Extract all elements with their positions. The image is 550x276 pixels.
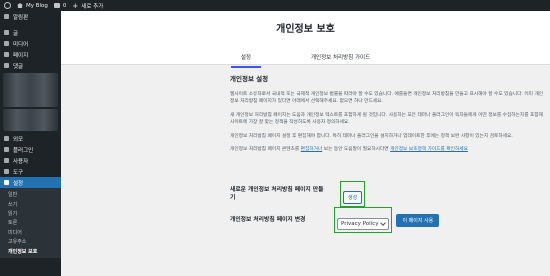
wrench-icon <box>4 169 9 174</box>
sidebar-item-comments[interactable]: 댓글 <box>0 60 61 71</box>
comments-link[interactable]: 0 <box>53 2 67 9</box>
chevron-down-icon <box>380 220 387 226</box>
submenu-item-general[interactable]: 일반 <box>0 190 61 199</box>
sidebar-item-label: 글 <box>13 30 19 37</box>
sidebar-item-plugins[interactable]: 플러그인 <box>0 144 61 155</box>
submenu-item-discussion[interactable]: 토론 <box>0 218 61 227</box>
create-page-label: 새로운 개인정보 처리방침 페이지 만들기 <box>230 186 324 202</box>
comment-icon <box>4 63 9 68</box>
create-button-highlight: 생성 <box>340 181 366 207</box>
new-content-link[interactable]: + 새로 추가 <box>72 2 103 10</box>
blurred-menu-items <box>3 73 58 107</box>
page-icon <box>4 52 9 57</box>
intro-paragraph: 웹사이트 소유자로서 국내적 또는 국제적 개인정보 법률을 따라야 할 수도 … <box>230 92 544 105</box>
admin-bar: My Blog 0 + 새로 추가 <box>0 0 550 11</box>
submenu-item-privacy[interactable]: 개인정보 보호 <box>0 246 61 255</box>
use-this-page-button[interactable]: 이 페이지 사용 <box>396 213 440 227</box>
sidebar-item-label: 페이지 <box>13 52 29 59</box>
page-title: 개인정보 보호 <box>276 24 335 35</box>
user-icon <box>4 158 9 163</box>
tab-privacy-policy-guide[interactable]: 개인정보 처리방침 가이드 <box>301 51 380 68</box>
sidebar-item-label: 알림판 <box>13 14 29 21</box>
change-page-row: 개인정보 처리방침 페이지 변경 Privacy Policy 이 페이지 사용 <box>230 207 440 233</box>
sidebar-item-appearance[interactable]: 외모 <box>0 133 61 144</box>
site-name-link[interactable]: My Blog <box>17 3 48 9</box>
admin-sidebar: 알림판 글 미디어 페이지 댓글 외모 플러그인 사용자 도구 설정 일반 쓰기… <box>0 11 61 276</box>
privacy-settings-content: 개인정보 설정 웹사이트 소유자로서 국내적 또는 국제적 개인정보 법률을 따… <box>230 73 547 159</box>
sidebar-item-label: 댓글 <box>13 63 24 70</box>
tab-bar: 설정 개인정보 처리방침 가이드 <box>61 51 550 68</box>
wordpress-logo-icon <box>4 2 11 9</box>
help-text-middle: 보는 동안 도움말이 필요하시다면 <box>323 147 389 153</box>
sidebar-item-pages[interactable]: 페이지 <box>0 49 61 60</box>
submenu-item-media[interactable]: 미디어 <box>0 228 61 237</box>
plus-icon: + <box>72 1 79 10</box>
section-title: 개인정보 설정 <box>230 75 269 83</box>
new-label: 새로 추가 <box>81 3 104 10</box>
tab-settings[interactable]: 설정 <box>230 51 261 68</box>
home-icon <box>17 3 23 8</box>
edit-reminder-paragraph: 개인정보 처리방침 페이지 설정 후 편집해야 합니다. 특히 테마나 플러그인… <box>230 133 513 139</box>
create-page-row: 새로운 개인정보 처리방침 페이지 만들기 생성 <box>230 181 430 207</box>
submenu-item-writing[interactable]: 쓰기 <box>0 199 61 208</box>
sidebar-item-label: 설정 <box>13 180 24 187</box>
settings-submenu: 일반 쓰기 읽기 토론 미디어 고유주소 개인정보 보호 <box>0 188 61 258</box>
sidebar-item-label: 사용자 <box>13 158 29 165</box>
sidebar-item-label: 도구 <box>13 169 24 176</box>
privacy-guide-link[interactable]: 개인정보 보호정책 가이드를 확인하세요 <box>390 147 468 152</box>
submenu-item-reading[interactable]: 읽기 <box>0 209 61 218</box>
sidebar-item-label: 플러그인 <box>13 147 34 154</box>
sidebar-item-label: 외모 <box>13 136 24 143</box>
select-highlight: Privacy Policy <box>334 207 393 233</box>
dashboard-icon <box>4 14 9 19</box>
create-page-button[interactable]: 생성 <box>343 191 363 204</box>
sidebar-item-settings[interactable]: 설정 <box>0 177 61 188</box>
page-header: 개인정보 보호 설정 개인정보 처리방침 가이드 <box>61 11 550 68</box>
edit-page-link[interactable]: 편집하거나 <box>301 147 323 152</box>
comments-count: 0 <box>62 2 67 9</box>
help-paragraph: 개인정보 처리방침 페이지 콘텐츠를 편집하거나 보는 동안 도움말이 필요하시… <box>230 146 547 153</box>
settings-icon <box>4 180 9 185</box>
help-text-prefix: 개인정보 처리방침 페이지 콘텐츠를 <box>230 147 300 153</box>
brush-icon <box>4 136 9 141</box>
submenu-item-permalinks[interactable]: 고유주소 <box>0 237 61 246</box>
sidebar-item-dashboard[interactable]: 알림판 <box>0 11 61 22</box>
sidebar-item-users[interactable]: 사용자 <box>0 155 61 166</box>
sidebar-item-label: 미디어 <box>13 41 29 48</box>
change-page-label: 개인정보 처리방침 페이지 변경 <box>230 216 306 223</box>
sidebar-item-posts[interactable]: 글 <box>0 27 61 38</box>
wp-logo-menu[interactable] <box>4 2 11 9</box>
media-icon <box>4 41 9 46</box>
privacy-page-select[interactable]: Privacy Policy <box>337 218 390 230</box>
select-value: Privacy Policy <box>341 221 379 227</box>
plugin-icon <box>4 147 9 152</box>
site-name: My Blog <box>26 2 48 9</box>
sidebar-item-tools[interactable]: 도구 <box>0 166 61 177</box>
blurred-menu-items <box>3 109 58 131</box>
comment-bubble-icon <box>53 3 60 8</box>
pin-icon <box>4 30 9 35</box>
sidebar-item-media[interactable]: 미디어 <box>0 38 61 49</box>
new-page-paragraph: 새 개인정보 처리방침 페이지는 도움과 개인정보 텍스트를 포함하게 될 것입… <box>230 112 543 126</box>
